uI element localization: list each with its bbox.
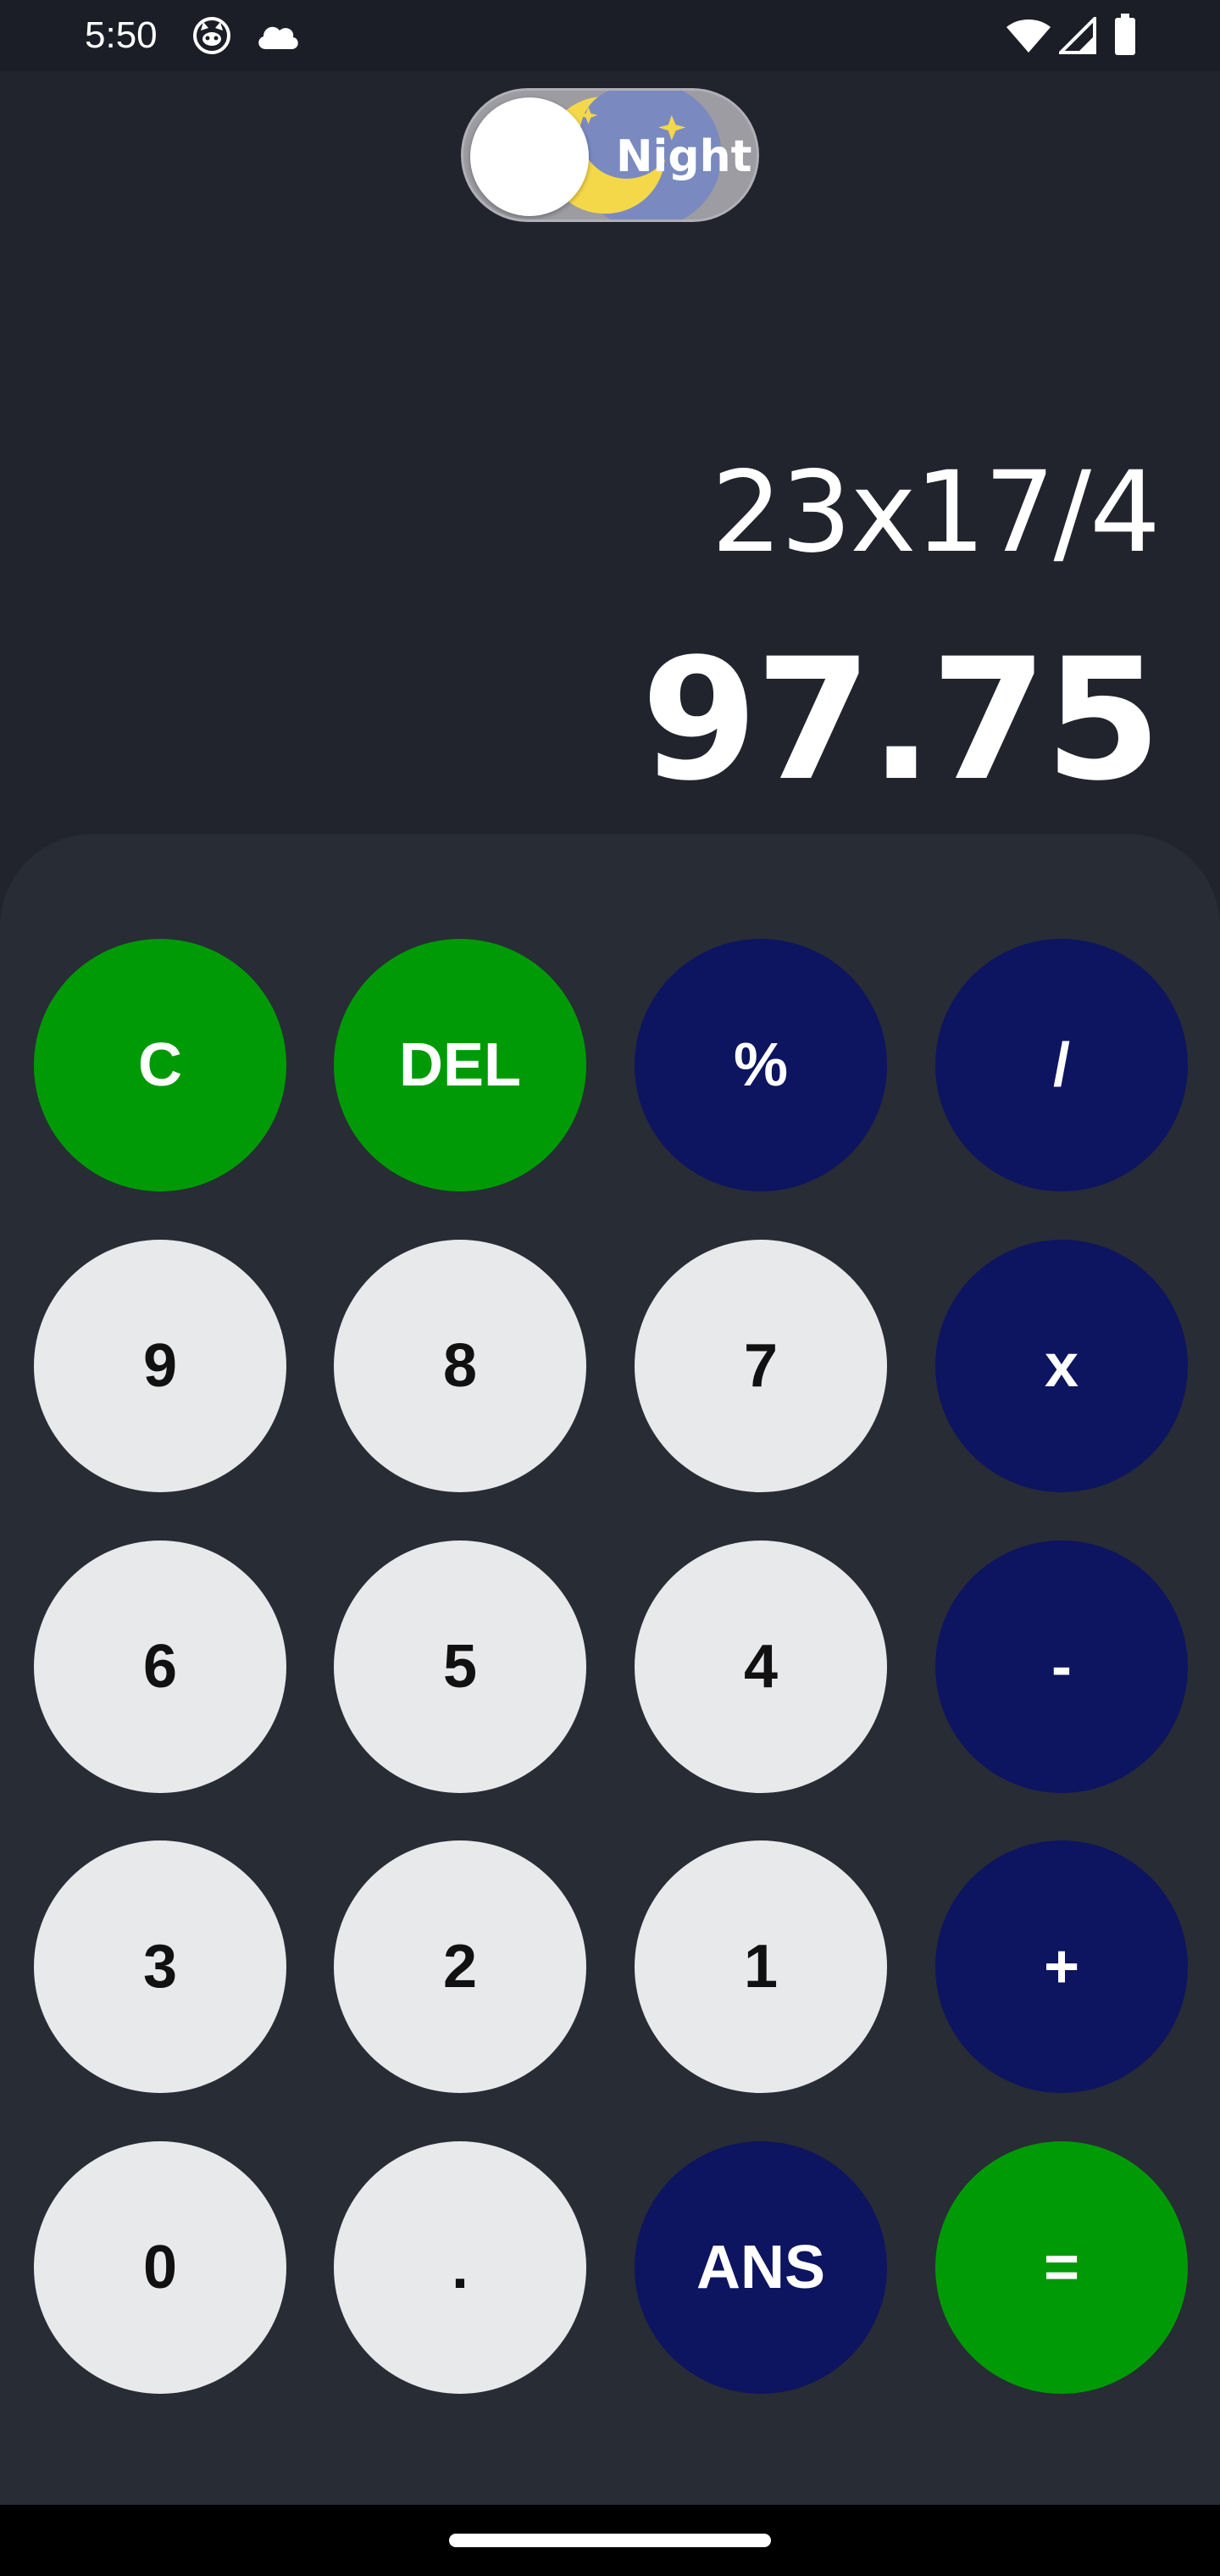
subtract-button[interactable]: - (935, 1541, 1188, 1793)
divide-button[interactable]: / (935, 939, 1188, 1191)
digit-5-button[interactable]: 5 (334, 1541, 586, 1793)
digit-2-button[interactable]: 2 (334, 1840, 586, 2093)
digit-8-button[interactable]: 8 (334, 1240, 586, 1492)
digit-4-button[interactable]: 4 (635, 1541, 887, 1793)
status-time: 5:50 (85, 14, 158, 56)
digit-6-button[interactable]: 6 (34, 1541, 286, 1793)
toggle-label: Night (616, 131, 752, 182)
battery-icon (1113, 14, 1137, 59)
add-button[interactable]: + (935, 1840, 1188, 2093)
answer-button[interactable]: ANS (635, 2141, 887, 2394)
expression-display: 23x17/4 (711, 447, 1161, 578)
delete-button[interactable]: DEL (334, 939, 586, 1191)
status-bar: 5:50 (0, 0, 1220, 71)
multiply-button[interactable]: x (935, 1240, 1188, 1492)
digit-7-button[interactable]: 7 (635, 1240, 887, 1492)
signal-icon (1056, 14, 1096, 58)
digit-3-button[interactable]: 3 (34, 1840, 286, 2093)
wifi-icon (1005, 17, 1052, 58)
result-display: 97.75 (640, 622, 1162, 818)
keypad: C DEL % / 9 8 7 x 6 5 4 - 3 2 1 + 0 . AN… (0, 834, 1220, 2505)
navigation-bar (0, 2505, 1220, 2576)
percent-button[interactable]: % (635, 939, 887, 1191)
digit-1-button[interactable]: 1 (635, 1840, 887, 2093)
theme-toggle[interactable]: Night (461, 88, 759, 222)
toggle-knob[interactable] (470, 97, 589, 216)
cat-face-icon (191, 15, 232, 59)
home-indicator[interactable] (449, 2534, 771, 2547)
cloud-icon (254, 19, 302, 56)
digit-9-button[interactable]: 9 (34, 1240, 286, 1492)
decimal-point-button[interactable]: . (334, 2141, 586, 2394)
clear-button[interactable]: C (34, 939, 286, 1191)
equals-button[interactable]: = (935, 2141, 1188, 2394)
digit-0-button[interactable]: 0 (34, 2141, 286, 2394)
